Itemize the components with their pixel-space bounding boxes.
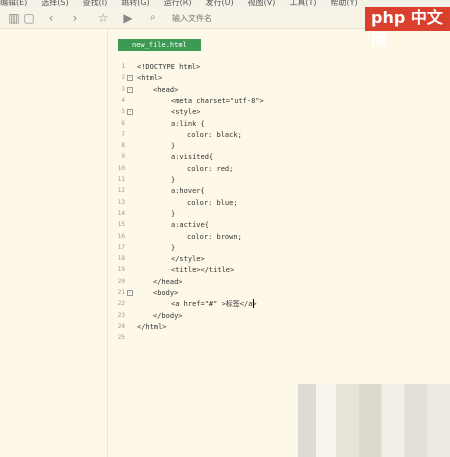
code-line[interactable]: a:hover{ bbox=[171, 187, 205, 196]
menu-item[interactable]: 运行(R) bbox=[164, 0, 192, 7]
menu-item[interactable]: 视图(V) bbox=[248, 0, 276, 7]
code-line[interactable]: <html> bbox=[137, 74, 162, 83]
file-search-input[interactable] bbox=[172, 11, 282, 25]
search-icon: ⌕ bbox=[150, 12, 156, 23]
line-number: 3 bbox=[121, 85, 125, 93]
text-cursor bbox=[253, 299, 254, 308]
line-number: 24 bbox=[117, 322, 125, 330]
line-number: 17 bbox=[117, 243, 125, 251]
project-panel bbox=[0, 30, 108, 457]
fold-toggle-icon[interactable]: - bbox=[127, 75, 133, 82]
code-line[interactable]: color: blue; bbox=[187, 199, 238, 208]
code-line[interactable]: </head> bbox=[153, 278, 183, 287]
run-icon[interactable]: ▶ bbox=[120, 10, 136, 26]
line-number: 21 bbox=[117, 289, 125, 296]
line-number: 20 bbox=[117, 277, 125, 285]
menu-item[interactable]: 查找(I) bbox=[83, 0, 108, 7]
menu-item[interactable]: 跳转(G) bbox=[121, 0, 149, 7]
menu-item[interactable]: 工具(T) bbox=[289, 0, 316, 7]
file-tab[interactable]: new_file.html bbox=[118, 39, 201, 51]
line-number: 9 bbox=[121, 153, 125, 161]
toolbar: ▥ ▢ ‹ › ☆ ▶ ⌕ php 中文网 bbox=[0, 7, 450, 49]
code-line[interactable]: } bbox=[171, 210, 175, 219]
code-line[interactable]: <head> bbox=[153, 86, 178, 95]
code-line[interactable]: <body> bbox=[153, 289, 178, 298]
line-number: 25 bbox=[117, 334, 125, 342]
code-line[interactable]: color: red; bbox=[187, 165, 233, 174]
code-line[interactable]: </html> bbox=[137, 323, 167, 332]
line-number: 10 bbox=[117, 164, 125, 172]
line-number: 15 bbox=[117, 221, 125, 229]
code-line[interactable]: color: black; bbox=[187, 131, 242, 140]
line-number: 13 bbox=[117, 198, 125, 206]
menu-item[interactable]: 发行(U) bbox=[206, 0, 234, 7]
menu-item[interactable]: 帮助(Y) bbox=[330, 0, 357, 7]
fold-toggle-icon[interactable]: - bbox=[127, 290, 133, 296]
code-line[interactable]: a:link { bbox=[171, 120, 205, 129]
line-number: 1 bbox=[121, 63, 125, 70]
line-number: 22 bbox=[117, 300, 125, 308]
line-number: 11 bbox=[117, 176, 125, 183]
line-number: 4 bbox=[121, 96, 125, 104]
back-arrow-icon[interactable]: ‹ bbox=[43, 10, 59, 26]
forward-arrow-icon[interactable]: › bbox=[67, 10, 83, 26]
site-logo: php 中文网 bbox=[365, 7, 450, 49]
line-number: 12 bbox=[117, 187, 125, 195]
line-number: 19 bbox=[117, 266, 125, 274]
watermark-blur bbox=[298, 384, 450, 457]
code-line[interactable]: color: brown; bbox=[187, 233, 242, 242]
code-line[interactable]: <a href="#" >标签</a> bbox=[171, 300, 257, 309]
menu-item[interactable]: 编辑(E) bbox=[0, 0, 27, 7]
code-line[interactable]: a:active{ bbox=[171, 221, 209, 230]
window-icon[interactable]: ▢ bbox=[21, 10, 37, 26]
menu-item[interactable]: 选择(S) bbox=[41, 0, 68, 7]
code-line[interactable]: </style> bbox=[171, 255, 205, 264]
code-line[interactable]: <!DOCTYPE html> bbox=[137, 63, 200, 72]
line-number: 18 bbox=[117, 255, 125, 263]
code-line[interactable]: </body> bbox=[153, 312, 183, 321]
star-icon[interactable]: ☆ bbox=[95, 10, 111, 26]
code-line[interactable]: } bbox=[171, 142, 175, 151]
line-number: 14 bbox=[117, 209, 125, 217]
code-line[interactable]: a:visited{ bbox=[171, 153, 213, 162]
code-line[interactable]: <meta charset="utf-8"> bbox=[171, 97, 264, 106]
code-line[interactable]: <title></title> bbox=[171, 266, 234, 275]
line-number: 23 bbox=[117, 311, 125, 319]
line-number: 16 bbox=[117, 232, 125, 240]
line-number: 5 bbox=[121, 108, 125, 116]
line-number: 7 bbox=[121, 130, 125, 138]
menu-bar: 编辑(E) 选择(S) 查找(I) 跳转(G) 运行(R) 发行(U) 视图(V) 工具(T)… bbox=[0, 0, 450, 7]
code-line[interactable]: } bbox=[171, 244, 175, 253]
line-number: 6 bbox=[121, 119, 125, 127]
code-line[interactable]: } bbox=[171, 176, 175, 185]
code-line[interactable]: <style> bbox=[171, 108, 201, 117]
line-number: 2 bbox=[121, 74, 125, 82]
fold-toggle-icon[interactable]: - bbox=[127, 109, 133, 116]
line-number: 8 bbox=[121, 142, 125, 150]
file-search[interactable]: ⌕ bbox=[150, 11, 290, 25]
fold-toggle-icon[interactable]: - bbox=[127, 86, 133, 93]
sidebar-toggle-icon[interactable]: ▥ bbox=[6, 10, 22, 26]
